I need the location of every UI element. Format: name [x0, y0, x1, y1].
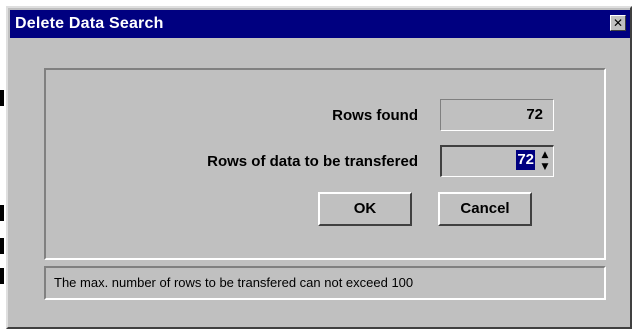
edge-mark — [0, 90, 4, 106]
rows-to-transfer-spinner[interactable]: 72 ▲ ▼ — [440, 145, 554, 177]
close-icon[interactable]: ✕ — [610, 15, 626, 31]
spin-up-icon[interactable]: ▲ — [538, 149, 552, 161]
search-results-panel: Rows found 72 Rows of data to be transfe… — [44, 68, 606, 260]
ok-button[interactable]: OK — [318, 192, 412, 226]
edge-mark — [0, 268, 4, 284]
rows-to-transfer-label: Rows of data to be transfered — [207, 153, 418, 170]
spin-down-icon[interactable]: ▼ — [538, 161, 552, 173]
rows-found-label: Rows found — [332, 107, 418, 124]
dialog-window: Delete Data Search ✕ Rows found 72 Rows … — [6, 6, 632, 329]
cancel-button[interactable]: Cancel — [438, 192, 532, 226]
status-message: The max. number of rows to be transfered… — [54, 275, 414, 290]
spinner-buttons: ▲ ▼ — [538, 149, 552, 174]
edge-mark — [0, 205, 4, 221]
edge-mark — [0, 238, 4, 254]
rows-to-transfer-input[interactable]: 72 — [516, 150, 535, 170]
rows-found-value: 72 — [440, 99, 554, 131]
window-title: Delete Data Search — [15, 15, 164, 32]
title-bar[interactable]: Delete Data Search ✕ — [10, 10, 630, 38]
status-bar: The max. number of rows to be transfered… — [44, 266, 606, 300]
